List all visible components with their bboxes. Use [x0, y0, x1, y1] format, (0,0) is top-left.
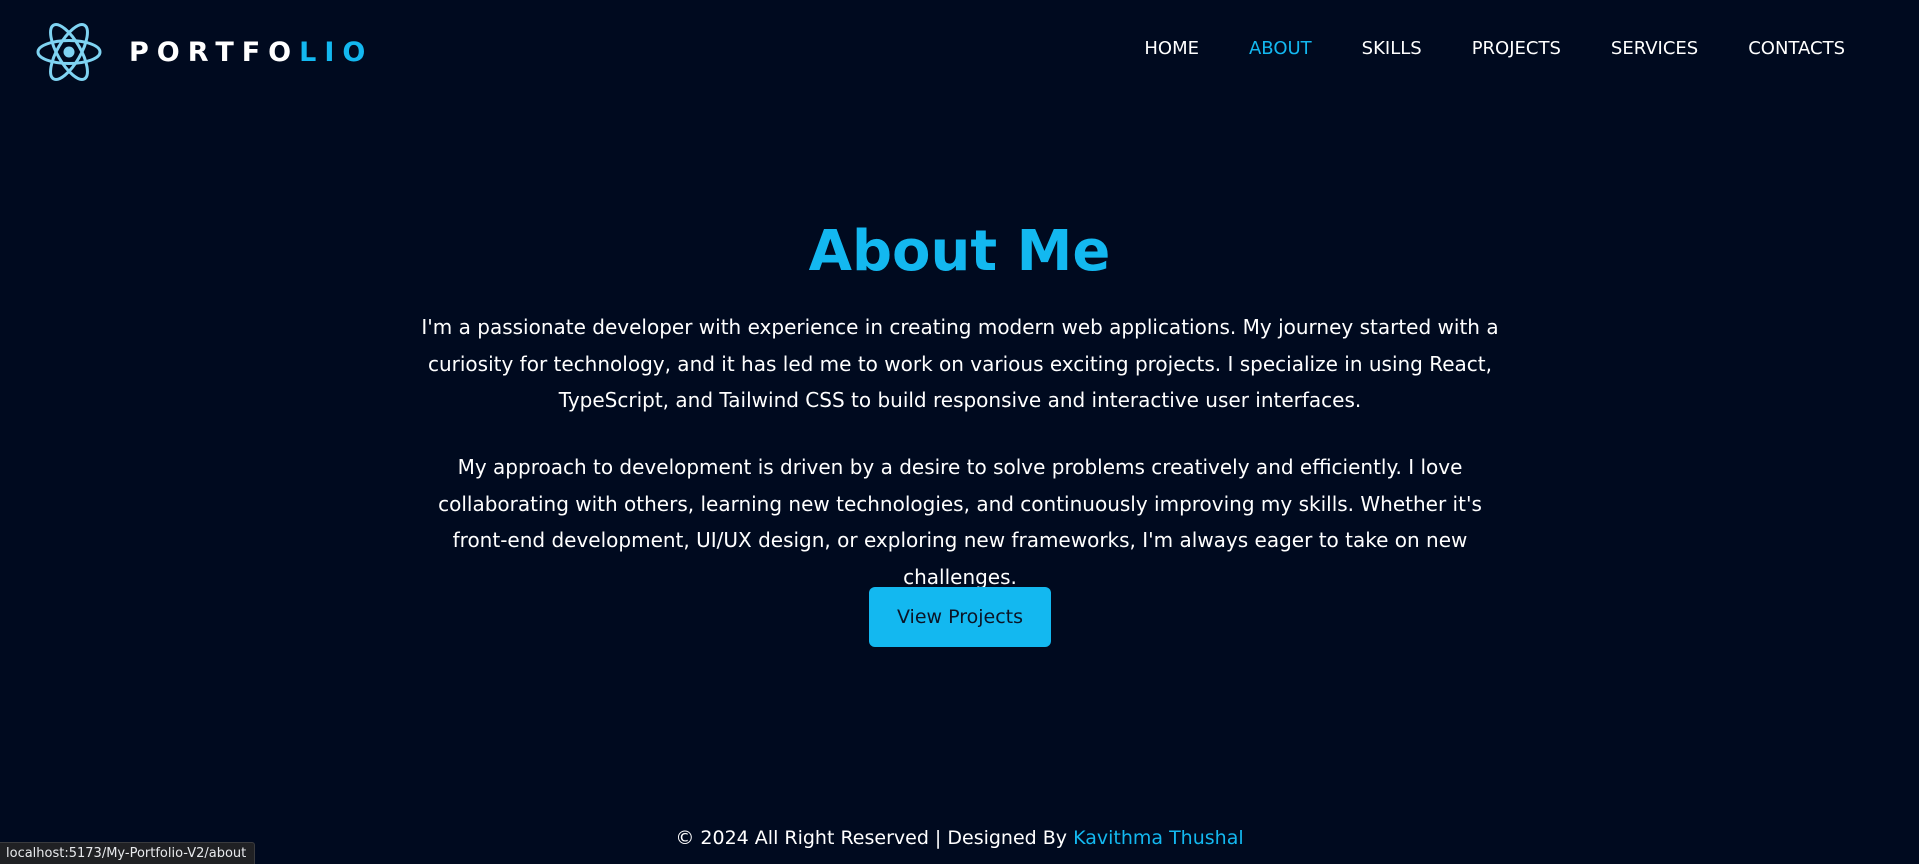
react-atom-icon	[36, 23, 102, 81]
nav-skills[interactable]: SKILLS	[1362, 36, 1422, 62]
copyright-text: © 2024 All Right Reserved | Designed By	[675, 827, 1074, 849]
view-projects-button[interactable]: View Projects	[869, 587, 1051, 647]
page-title: About Me	[808, 219, 1111, 284]
brand-name: PORTFOLIO	[129, 39, 373, 66]
about-paragraph-2: My approach to development is driven by …	[438, 455, 1482, 589]
nav-about[interactable]: ABOUT	[1249, 36, 1312, 62]
site-footer: © 2024 All Right Reserved | Designed By …	[0, 824, 1919, 852]
nav-contacts[interactable]: CONTACTS	[1748, 36, 1845, 62]
status-bar-url: localhost:5173/My-Portfolio-V2/about	[0, 842, 256, 864]
nav-home[interactable]: HOME	[1144, 36, 1199, 62]
site-header: PORTFOLIO HOME ABOUT SKILLS PROJECTS SER…	[0, 0, 1919, 98]
about-paragraph-1: I'm a passionate developer with experien…	[421, 315, 1499, 412]
nav-projects[interactable]: PROJECTS	[1472, 36, 1561, 62]
main-nav: HOME ABOUT SKILLS PROJECTS SERVICES CONT…	[1094, 36, 1845, 62]
nav-services[interactable]: SERVICES	[1611, 36, 1698, 62]
brand-name-part1: PORTFO	[129, 36, 300, 68]
page: PORTFOLIO HOME ABOUT SKILLS PROJECTS SER…	[0, 0, 1919, 864]
logo[interactable]: PORTFOLIO	[35, 18, 373, 86]
brand-name-part2: LIO	[299, 36, 374, 68]
author-name[interactable]: Kavithma Thushal	[1073, 827, 1244, 849]
